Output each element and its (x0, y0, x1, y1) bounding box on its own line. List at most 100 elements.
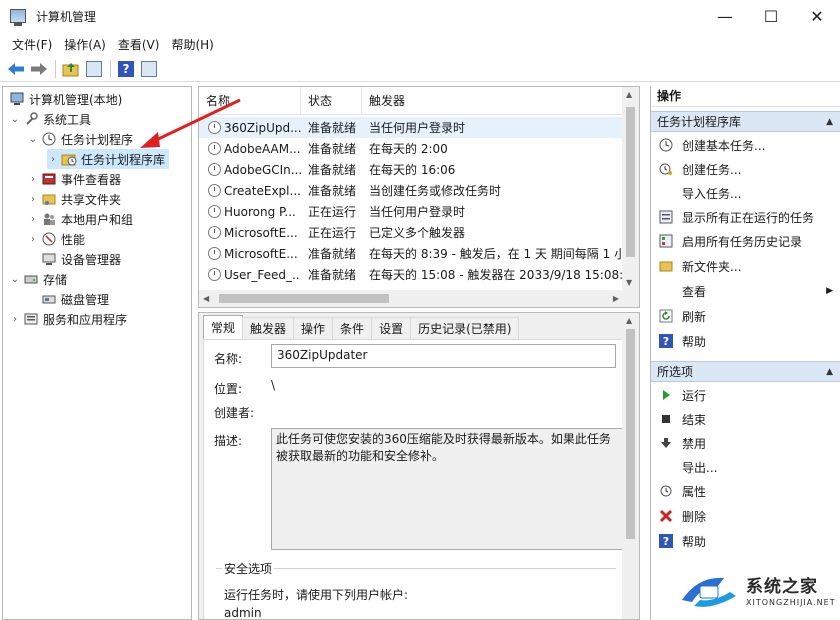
chevron-right-icon[interactable]: › (27, 234, 39, 245)
task-clock-icon (208, 163, 221, 176)
menu-help[interactable]: 帮助(H) (165, 36, 219, 53)
task-name-field[interactable]: 360ZipUpdater (271, 344, 616, 368)
tree-item-device-manager[interactable]: 设备管理器 (39, 249, 121, 269)
action-refresh[interactable]: 刷新 (651, 305, 840, 327)
tree-item-storage[interactable]: ⌄ 存储 (9, 269, 67, 289)
chevron-right-icon[interactable]: › (27, 194, 39, 205)
scroll-thumb[interactable] (219, 294, 389, 303)
tab-conditions[interactable]: 条件 (332, 317, 373, 339)
action-help[interactable]: ? 帮助 (651, 330, 840, 352)
section-header-task-library[interactable]: 任务计划程序库 ▲ (651, 111, 840, 132)
scroll-thumb[interactable] (626, 107, 635, 257)
tree-item-system-tools[interactable]: ⌄ 系统工具 (9, 109, 91, 129)
table-row[interactable]: AdobeGCIn... 准备就绪 在每天的 16:06 (199, 159, 623, 180)
tree-item-disk-management[interactable]: 磁盘管理 (39, 289, 109, 309)
chevron-right-icon[interactable]: › (27, 174, 39, 185)
task-detail-pane: 常规 触发器 操作 条件 设置 历史记录(已禁用) 名称: 360ZipUpda… (198, 312, 640, 620)
scroll-down-icon[interactable]: ▼ (626, 278, 632, 287)
tree-item-performance[interactable]: › 性能 (27, 229, 85, 249)
column-header-status[interactable]: 状态 (301, 87, 362, 115)
close-button[interactable]: ✕ (794, 0, 840, 32)
column-header-trigger[interactable]: 触发器 (362, 87, 623, 115)
chevron-right-icon[interactable]: › (27, 214, 39, 225)
action-label: 删除 (682, 509, 707, 524)
task-name: AdobeGCIn... (224, 162, 301, 177)
detail-vertical-scrollbar[interactable]: ▲ (622, 313, 639, 619)
chevron-down-icon[interactable]: ⌄ (27, 134, 39, 145)
device-manager-icon (41, 251, 57, 267)
table-row[interactable]: User_Feed_... 准备就绪 在每天的 15:08 - 触发器在 203… (199, 264, 623, 285)
column-header-name[interactable]: 名称 (199, 87, 301, 115)
action-create-basic-task[interactable]: 创建基本任务... (651, 134, 840, 156)
tab-settings[interactable]: 设置 (371, 317, 412, 339)
task-history-icon (658, 233, 674, 249)
site-watermark: 系统之家 XITONGZHIJIA.NET (676, 568, 836, 616)
author-label: 创建者: (214, 406, 255, 420)
tree-item-event-viewer[interactable]: › 事件查看器 (27, 169, 121, 189)
action-show-running-tasks[interactable]: 显示所有正在运行的任务 (651, 206, 840, 228)
action-create-task[interactable]: 创建任务... (651, 158, 840, 180)
menu-file[interactable]: 文件(F) (6, 36, 58, 53)
menu-action[interactable]: 操作(A) (58, 36, 112, 53)
chevron-down-icon[interactable]: ⌄ (9, 274, 21, 285)
action-view[interactable]: 查看 ▶ (651, 280, 840, 302)
table-row[interactable]: Huorong P... 正在运行 当任何用户登录时 (199, 201, 623, 222)
tree-item-local-users-groups[interactable]: › 本地用户和组 (27, 209, 133, 229)
action-import-task[interactable]: 导入任务... (651, 182, 840, 204)
scroll-up-icon[interactable]: ▲ (626, 90, 632, 99)
tab-history[interactable]: 历史记录(已禁用) (410, 317, 520, 339)
action-enable-task-history[interactable]: 启用所有任务历史记录 (651, 230, 840, 252)
back-arrow-icon (8, 62, 24, 75)
menu-view[interactable]: 查看(V) (112, 36, 166, 53)
maximize-button[interactable]: ☐ (748, 0, 794, 32)
action-run[interactable]: 运行 (651, 384, 840, 406)
table-row[interactable]: CreateExpl... 准备就绪 当创建任务或修改任务时 (199, 180, 623, 201)
show-hide-tree-button[interactable] (83, 58, 105, 80)
tab-triggers[interactable]: 触发器 (242, 317, 295, 339)
tab-actions[interactable]: 操作 (293, 317, 334, 339)
action-disable[interactable]: 禁用 (651, 432, 840, 454)
action-delete[interactable]: 删除 (651, 505, 840, 527)
section-header-selected-item[interactable]: 所选项 ▲ (651, 361, 840, 382)
tree-item-task-scheduler-library[interactable]: › 任务计划程序库 (47, 149, 170, 169)
action-export[interactable]: 导出... (651, 456, 840, 478)
forward-button[interactable] (28, 58, 50, 80)
show-action-pane-button[interactable] (138, 58, 160, 80)
action-label: 刷新 (682, 309, 707, 324)
table-row[interactable]: MicrosoftE... 准备就绪 在每天的 8:39 - 触发后，在 1 天… (199, 243, 623, 264)
system-tools-icon (23, 111, 39, 127)
back-button[interactable] (5, 58, 27, 80)
action-end[interactable]: 结束 (651, 408, 840, 430)
task-list-horizontal-scrollbar[interactable]: ◀ ▶ (199, 290, 623, 307)
tree-item-shared-folders[interactable]: › 共享文件夹 (27, 189, 121, 209)
tab-general[interactable]: 常规 (203, 315, 244, 339)
scroll-thumb[interactable] (626, 329, 635, 539)
chevron-down-icon[interactable]: ⌄ (9, 114, 21, 125)
collapse-up-icon[interactable]: ▲ (826, 112, 833, 133)
task-clock-icon (208, 226, 221, 239)
scroll-up-icon[interactable]: ▲ (626, 316, 632, 325)
table-row[interactable]: 360ZipUpd... 准备就绪 当任何用户登录时 (199, 117, 623, 138)
scroll-left-icon[interactable]: ◀ (203, 294, 209, 303)
chevron-right-icon[interactable]: › (9, 314, 21, 325)
task-list: 名称 状态 触发器 360ZipUpd... 准备就绪 当任何用户登录时 Ado… (198, 86, 640, 308)
scroll-right-icon[interactable]: ▶ (613, 294, 619, 303)
table-row[interactable]: AdobeAAM... 准备就绪 在每天的 2:00 (199, 138, 623, 159)
minimize-button[interactable]: — (702, 0, 748, 32)
table-row[interactable]: MicrosoftE... 正在运行 已定义多个触发器 (199, 222, 623, 243)
help-icon: ? (118, 60, 134, 77)
console-tree: 计算机管理(本地) ⌄ 系统工具 ⌄ 任务计划程序 › 任务计划程序库 › 事件… (2, 86, 192, 620)
tree-item-task-scheduler[interactable]: ⌄ 任务计划程序 (27, 129, 133, 149)
help-button[interactable]: ? (115, 58, 137, 80)
tree-item-computer-management[interactable]: 计算机管理(本地) (7, 89, 122, 109)
action-properties[interactable]: 属性 (651, 480, 840, 502)
action-help-selected[interactable]: ? 帮助 (651, 530, 840, 552)
up-one-level-button[interactable] (60, 58, 82, 80)
collapse-up-icon[interactable]: ▲ (826, 362, 833, 383)
task-list-vertical-scrollbar[interactable]: ▲ ▼ (622, 87, 639, 307)
description-field[interactable]: 此任务可使您安装的360压缩能及时获得最新版本。如果此任务被获取最新的功能和安全… (271, 428, 623, 550)
chevron-right-icon[interactable]: › (47, 154, 59, 165)
tree-item-services-applications[interactable]: › 服务和应用程序 (9, 309, 127, 329)
task-clock-icon (208, 247, 221, 260)
action-new-folder[interactable]: 新文件夹... (651, 255, 840, 277)
